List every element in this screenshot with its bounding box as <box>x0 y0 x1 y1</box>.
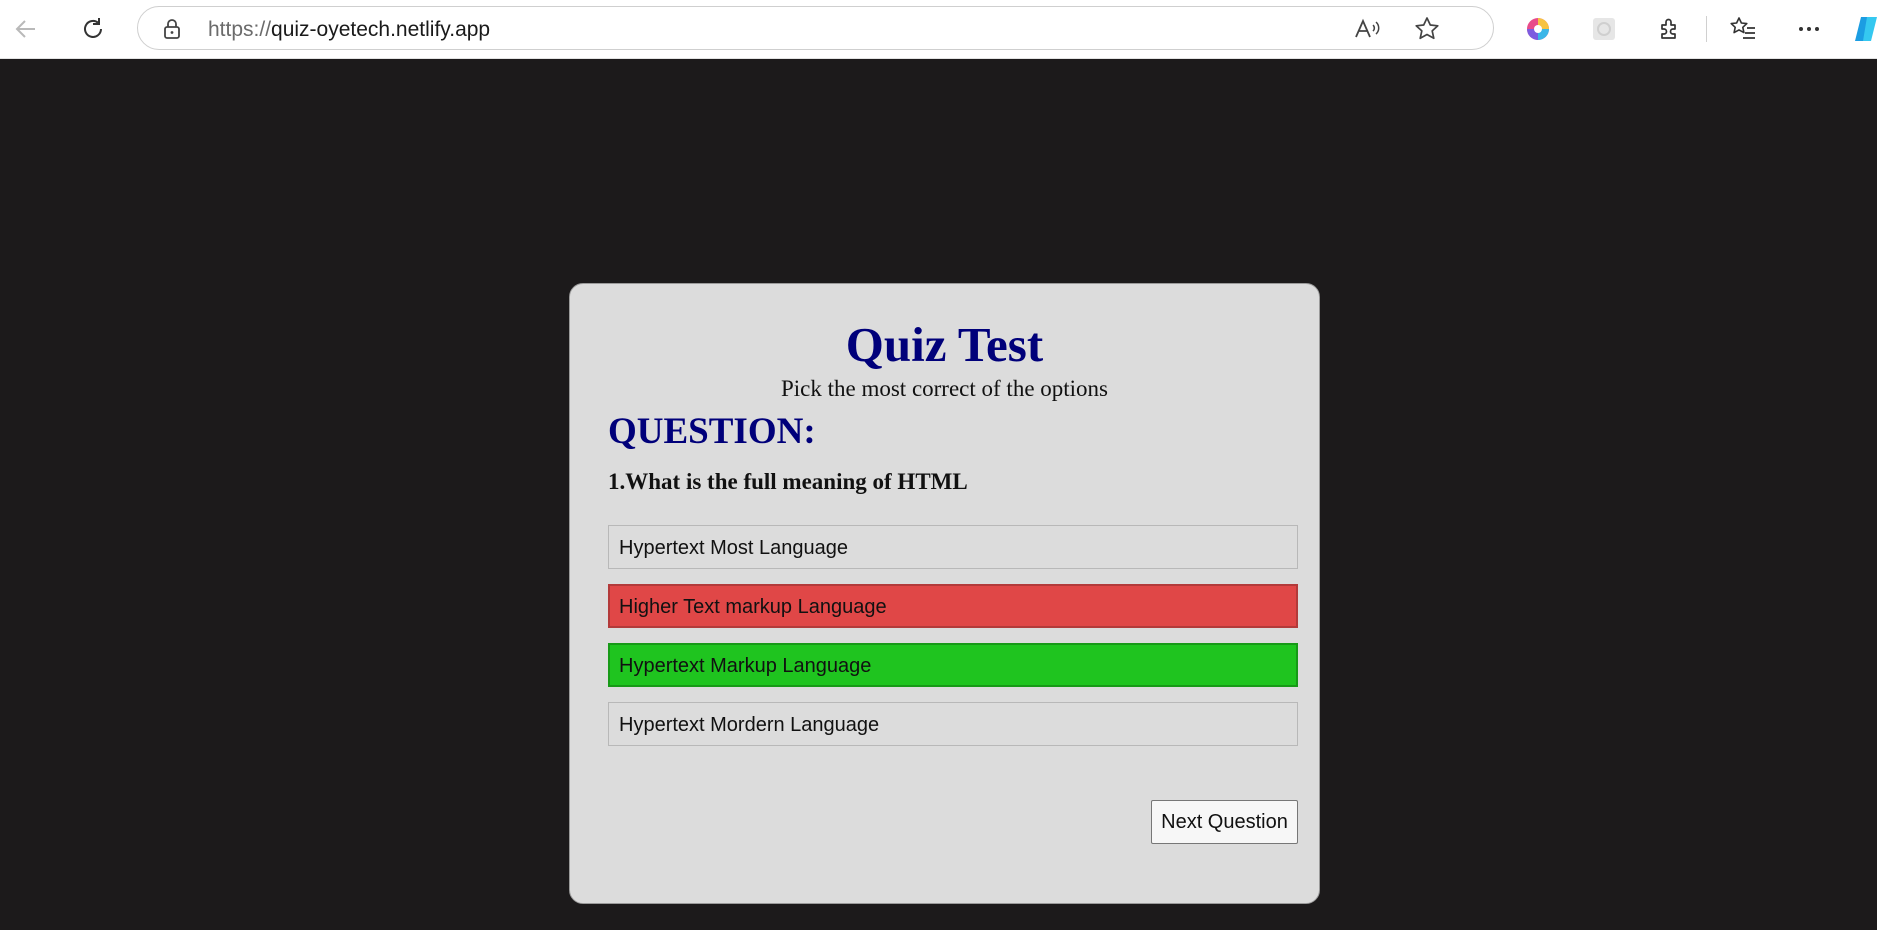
toolbar-separator <box>1706 16 1707 42</box>
color-extension-button[interactable] <box>1520 11 1556 47</box>
extensions-button[interactable] <box>1652 11 1688 47</box>
extension-placeholder-icon <box>1593 18 1615 40</box>
back-icon <box>15 20 35 38</box>
more-options-button[interactable] <box>1791 11 1827 47</box>
favorite-star-icon[interactable] <box>1414 16 1440 42</box>
url-host: quiz-oyetech.netlify.app <box>271 18 491 41</box>
question-heading: QUESTION: <box>608 411 816 452</box>
favorites-button[interactable] <box>1725 11 1761 47</box>
option-1[interactable]: Hypertext Most Language <box>608 525 1298 569</box>
question-text: 1.What is the full meaning of HTML <box>608 469 968 494</box>
refresh-button[interactable] <box>75 11 111 47</box>
read-aloud-icon[interactable] <box>1353 17 1381 41</box>
option-4[interactable]: Hypertext Mordern Language <box>608 702 1298 746</box>
quiz-title: Quiz Test <box>845 317 1044 372</box>
puzzle-extensions-icon <box>1661 18 1676 39</box>
option-3-correct[interactable]: Hypertext Markup Language <box>608 643 1298 687</box>
favorites-list-icon <box>1730 17 1755 39</box>
more-options-icon <box>1799 27 1819 31</box>
option-2-wrong[interactable]: Higher Text markup Language <box>608 584 1298 628</box>
copilot-icon <box>1855 17 1877 41</box>
quiz-card: Quiz Test Pick the most correct of the o… <box>569 283 1320 904</box>
back-button[interactable] <box>8 11 44 47</box>
quiz-subtitle: Pick the most correct of the options <box>780 376 1109 401</box>
browser-toolbar: https://quiz-oyetech.netlify.app <box>0 0 1877 59</box>
placeholder-extension-button[interactable] <box>1586 11 1622 47</box>
address-bar[interactable]: https://quiz-oyetech.netlify.app <box>137 6 1494 50</box>
refresh-icon <box>84 18 102 38</box>
color-wheel-icon <box>1527 18 1549 40</box>
copilot-button[interactable] <box>1849 11 1877 47</box>
lock-icon <box>164 19 180 39</box>
url-text: https://quiz-oyetech.netlify.app <box>208 18 490 42</box>
next-question-button[interactable]: Next Question <box>1151 800 1298 844</box>
url-scheme: https:// <box>208 18 272 41</box>
